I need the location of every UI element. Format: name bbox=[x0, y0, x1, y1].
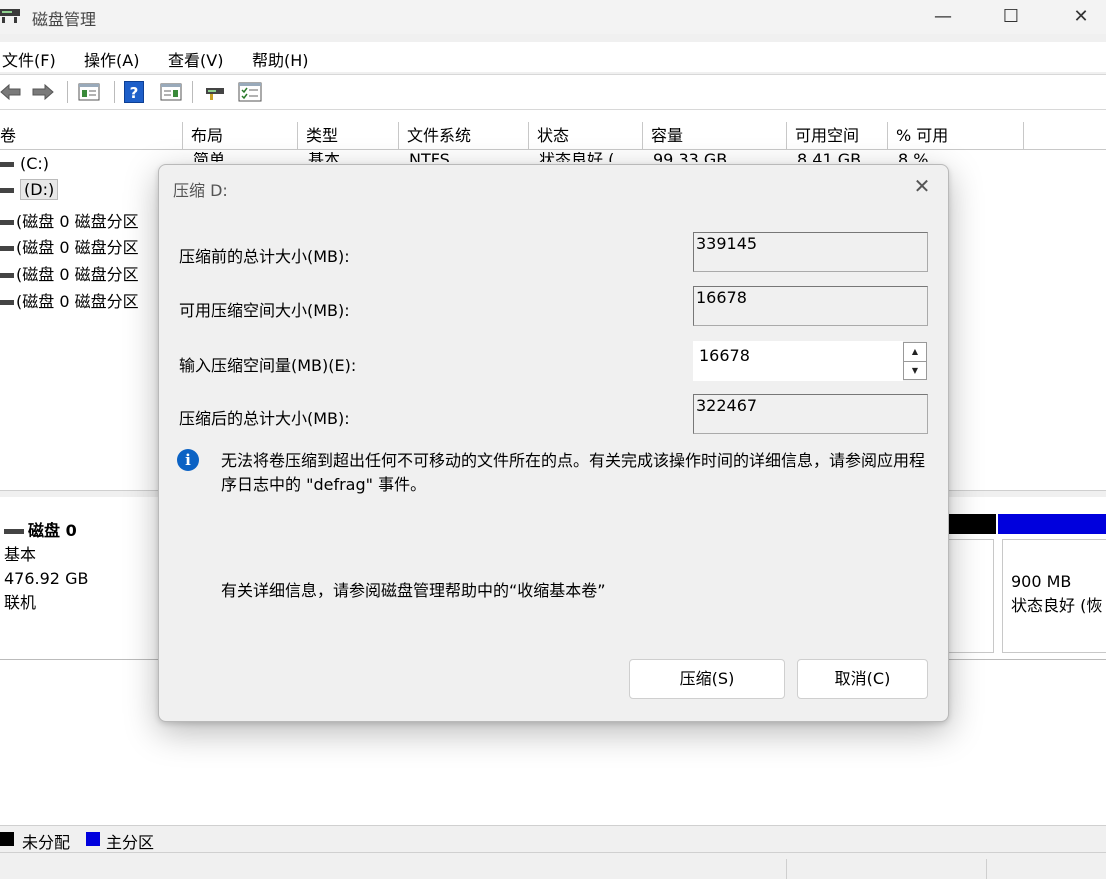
menu-bar: 文件(F) 操作(A) 查看(V) 帮助(H) bbox=[0, 42, 1106, 72]
console-tree-icon[interactable] bbox=[78, 81, 100, 103]
volume-icon bbox=[0, 220, 14, 225]
disk-size: 476.92 GB bbox=[4, 569, 89, 588]
disk-info[interactable]: 磁盘 0 基本 476.92 GB 联机 bbox=[4, 519, 88, 615]
shrink-amount-label: 输入压缩空间量(MB)(E): bbox=[179, 356, 357, 375]
volume-row-partition[interactable]: (磁盘 0 磁盘分区 bbox=[0, 288, 139, 312]
volume-row-partition[interactable]: (磁盘 0 磁盘分区 bbox=[0, 234, 139, 258]
row-c-free-space: 8.41 GB bbox=[797, 152, 862, 162]
back-arrow-icon[interactable] bbox=[0, 81, 22, 103]
status-separator bbox=[786, 859, 787, 879]
row-c-capacity: 99.33 GB bbox=[653, 152, 728, 162]
total-after-value: 322467 bbox=[693, 394, 928, 434]
total-before-label: 压缩前的总计大小(MB): bbox=[179, 247, 350, 266]
forward-arrow-icon[interactable] bbox=[30, 81, 54, 103]
column-header-free-space[interactable]: 可用空间 bbox=[787, 122, 888, 150]
column-header-capacity[interactable]: 容量 bbox=[643, 122, 787, 150]
menu-help[interactable]: 帮助(H) bbox=[252, 47, 309, 71]
toolbar: ? bbox=[0, 74, 1106, 110]
unallocated-swatch bbox=[0, 832, 14, 846]
column-header-type[interactable]: 类型 bbox=[298, 122, 399, 150]
partition-block[interactable] bbox=[944, 539, 994, 653]
toolbar-separator bbox=[192, 81, 193, 103]
column-header-filesystem[interactable]: 文件系统 bbox=[399, 122, 529, 150]
menu-view[interactable]: 查看(V) bbox=[168, 47, 223, 71]
toolbar-separator bbox=[67, 81, 68, 103]
column-header-status[interactable]: 状态 bbox=[529, 122, 643, 150]
close-window-button[interactable]: ✕ bbox=[1058, 0, 1104, 34]
volume-name: (磁盘 0 磁盘分区 bbox=[16, 212, 139, 231]
spin-down-button[interactable]: ▼ bbox=[903, 361, 927, 380]
row-c-type: 基本 bbox=[308, 152, 341, 162]
volume-name: (C:) bbox=[20, 154, 50, 173]
row-c-layout: 简单 bbox=[193, 152, 226, 162]
toolbar-separator bbox=[114, 81, 115, 103]
volume-row-partition[interactable]: (磁盘 0 磁盘分区 bbox=[0, 208, 139, 232]
partition-status: 状态良好 (恢 bbox=[1011, 596, 1103, 615]
disk-icon bbox=[4, 529, 24, 534]
disk-type: 基本 bbox=[4, 545, 37, 564]
volume-row-d[interactable]: (D:) bbox=[0, 179, 59, 204]
info-message: 无法将卷压缩到超出任何不可移动的文件所在的点。有关完成该操作时间的详细信息，请参… bbox=[221, 451, 926, 494]
title-bar: 磁盘管理 — ☐ ✕ bbox=[0, 0, 1106, 34]
total-after-label: 压缩后的总计大小(MB): bbox=[179, 409, 350, 428]
primary-partition-bar bbox=[998, 514, 1106, 534]
unallocated-bar bbox=[944, 514, 996, 534]
recovery-partition-block[interactable]: 900 MB 状态良好 (恢 bbox=[1002, 539, 1106, 653]
volume-icon bbox=[0, 162, 14, 167]
menu-action[interactable]: 操作(A) bbox=[84, 47, 139, 71]
row-c-status: 状态良好 ( bbox=[539, 152, 615, 162]
column-header-volume[interactable]: 卷 bbox=[0, 122, 183, 150]
disk-name: 磁盘 0 bbox=[28, 521, 77, 540]
column-header-layout[interactable]: 布局 bbox=[183, 122, 298, 150]
spin-up-button[interactable]: ▲ bbox=[903, 342, 927, 361]
volume-name: (磁盘 0 磁盘分区 bbox=[16, 238, 139, 257]
properties-icon[interactable] bbox=[238, 81, 262, 103]
shrink-button[interactable]: 压缩(S) bbox=[629, 659, 785, 699]
help-icon[interactable]: ? bbox=[124, 81, 144, 103]
dialog-title: 压缩 D: bbox=[173, 181, 228, 200]
row-c-filesystem: NTFS bbox=[409, 152, 450, 162]
maximize-button[interactable]: ☐ bbox=[988, 0, 1034, 34]
volume-row-partition[interactable]: (磁盘 0 磁盘分区 bbox=[0, 261, 139, 285]
cancel-button[interactable]: 取消(C) bbox=[797, 659, 928, 699]
column-header-percent-free[interactable]: % 可用 bbox=[888, 122, 1024, 150]
legend-primary: 主分区 bbox=[106, 833, 155, 852]
window-title: 磁盘管理 bbox=[32, 10, 97, 29]
volume-row-c[interactable]: (C:) bbox=[0, 154, 49, 178]
volume-name: (磁盘 0 磁盘分区 bbox=[16, 265, 139, 284]
action-pane-icon[interactable] bbox=[160, 81, 182, 103]
minimize-button[interactable]: — bbox=[920, 0, 966, 34]
volume-name: (磁盘 0 磁盘分区 bbox=[16, 292, 139, 311]
connect-icon[interactable] bbox=[203, 81, 227, 103]
column-header-empty bbox=[1024, 122, 1106, 150]
help-message: 有关详细信息，请参阅磁盘管理帮助中的“收缩基本卷” bbox=[221, 581, 606, 600]
info-icon: i bbox=[177, 449, 199, 471]
menu-file[interactable]: 文件(F) bbox=[2, 47, 56, 71]
volume-icon bbox=[0, 273, 14, 278]
dialog-close-icon[interactable]: ✕ bbox=[911, 175, 933, 197]
legend: 未分配 主分区 bbox=[0, 825, 1106, 852]
shrink-dialog: 压缩 D: ✕ 压缩前的总计大小(MB): 339145 可用压缩空间大小(MB… bbox=[158, 164, 949, 722]
status-bar bbox=[0, 852, 1106, 879]
primary-swatch bbox=[86, 832, 100, 846]
status-separator bbox=[986, 859, 987, 879]
shrink-amount-input[interactable]: 16678 bbox=[693, 341, 903, 381]
volume-icon bbox=[0, 246, 14, 251]
disk-management-icon bbox=[0, 9, 20, 23]
disk-status: 联机 bbox=[4, 593, 37, 612]
volume-name: (D:) bbox=[20, 179, 59, 200]
legend-unallocated: 未分配 bbox=[22, 833, 71, 852]
available-space-label: 可用压缩空间大小(MB): bbox=[179, 301, 350, 320]
partition-size: 900 MB bbox=[1011, 572, 1072, 591]
volume-icon bbox=[0, 300, 14, 305]
available-space-value: 16678 bbox=[693, 286, 928, 326]
row-c-percent-free: 8 % bbox=[898, 152, 929, 162]
total-before-value: 339145 bbox=[693, 232, 928, 272]
volume-icon bbox=[0, 188, 14, 193]
